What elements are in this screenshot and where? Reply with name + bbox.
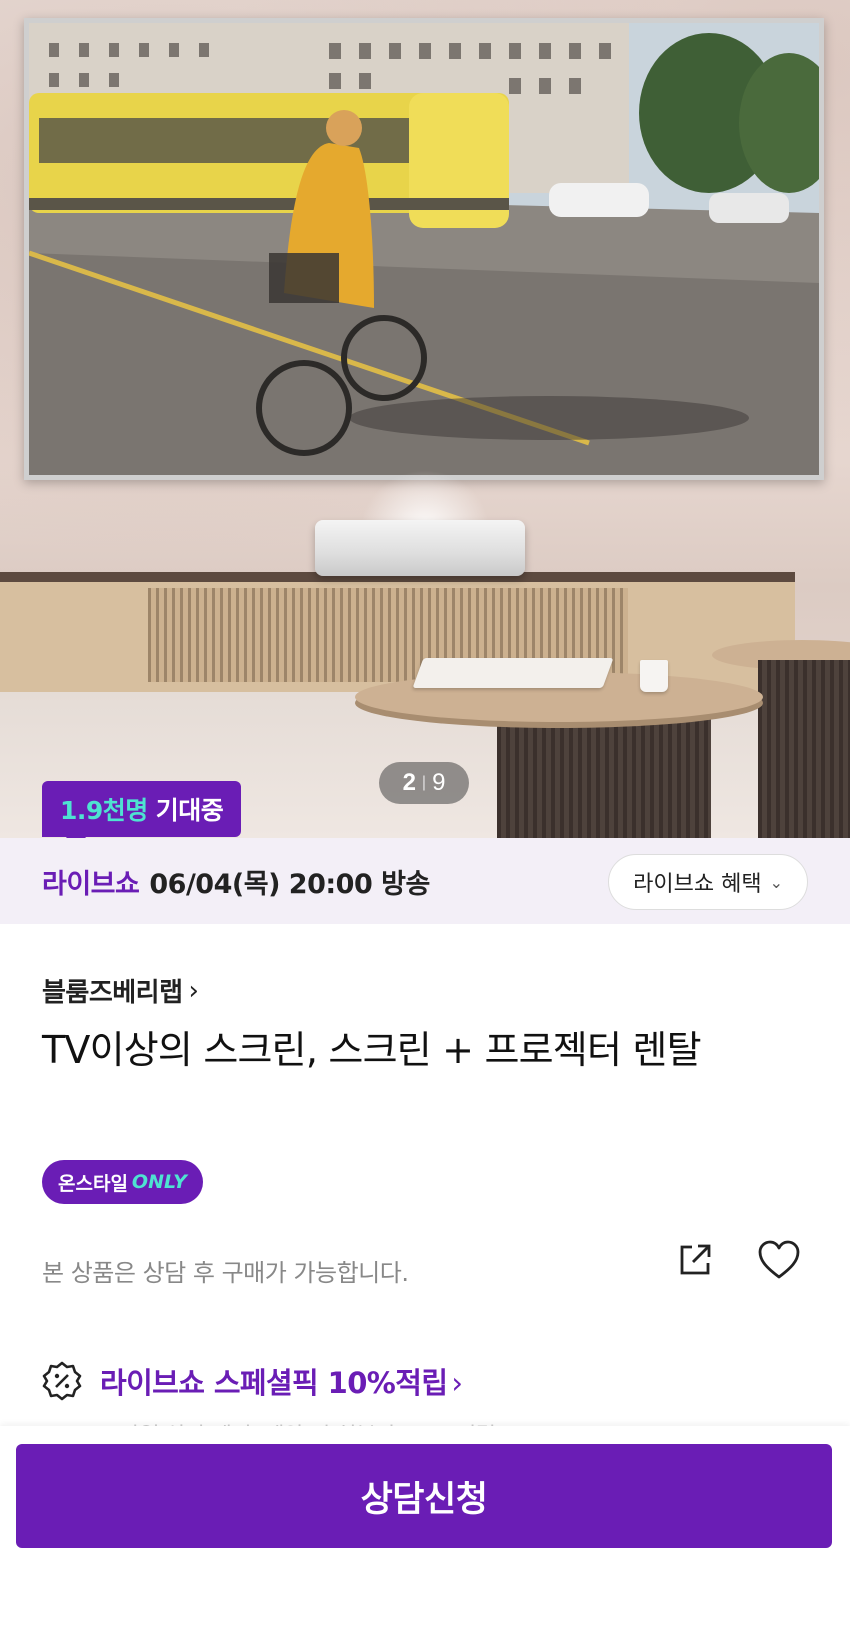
- promo-title: 라이브쇼 스페셜픽 10%적립 ›: [100, 1360, 463, 1402]
- brand-link[interactable]: 블룸즈베리랩 ›: [42, 972, 199, 1009]
- street-scene-image: [29, 23, 819, 475]
- consultation-notice: 본 상품은 상담 후 구매가 가능합니다.: [42, 1259, 409, 1287]
- pager-current: 2: [402, 769, 416, 796]
- chevron-right-icon: ›: [451, 1366, 463, 1400]
- heart-icon: [758, 1240, 800, 1279]
- share-button[interactable]: [672, 1237, 718, 1283]
- badge-prefix: 온스타일: [58, 1172, 128, 1195]
- live-show-label: 라이브쇼: [42, 868, 140, 900]
- product-title: TV이상의 스크린, 스크린 + 프로젝터 렌탈: [42, 1028, 702, 1072]
- expect-label: 기대중: [155, 796, 224, 825]
- expect-count: 1.9천명: [60, 796, 148, 825]
- projection-screen: [24, 18, 824, 480]
- percent-badge-icon: [42, 1361, 82, 1401]
- consultation-request-button[interactable]: 상담신청: [16, 1444, 832, 1548]
- like-button[interactable]: [754, 1237, 804, 1283]
- live-show-bar: 라이브쇼 06/04(목) 20:00 방송 라이브쇼 혜택 ⌄: [0, 838, 850, 924]
- expect-count-badge: 1.9천명 기대중: [42, 781, 242, 849]
- product-hero-image[interactable]: 2 | 9: [0, 0, 850, 838]
- image-pager: 2 | 9: [379, 762, 469, 804]
- onstyle-only-badge: 온스타일 ONLY: [42, 1160, 203, 1204]
- pager-separator: |: [421, 774, 427, 791]
- promo-title-text: 라이브쇼 스페셜픽 10%적립: [100, 1366, 448, 1400]
- live-benefit-button[interactable]: 라이브쇼 혜택 ⌄: [608, 854, 808, 910]
- mug: [640, 660, 668, 692]
- brand-name: 블룸즈베리랩: [42, 978, 183, 1008]
- live-show-schedule: 06/04(목) 20:00 방송: [149, 868, 430, 900]
- chevron-down-icon: ⌄: [769, 872, 783, 892]
- live-benefit-label: 라이브쇼 혜택: [633, 872, 762, 897]
- side-table-base: [758, 660, 850, 838]
- projector-device: [315, 520, 525, 576]
- share-icon: [680, 1244, 711, 1275]
- chevron-right-icon: ›: [188, 975, 199, 1006]
- promo-link[interactable]: 라이브쇼 스페셜픽 10%적립 ›: [42, 1360, 463, 1402]
- coffee-table-base: [497, 706, 711, 838]
- open-book: [412, 658, 614, 688]
- pager-total: 9: [432, 769, 446, 796]
- badge-only: ONLY: [131, 1171, 187, 1193]
